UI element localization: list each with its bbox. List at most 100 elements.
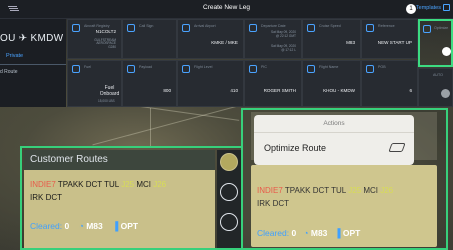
route-token: TUL bbox=[331, 186, 346, 195]
route-token: J25 bbox=[348, 186, 362, 195]
cell-label: Flight Level bbox=[194, 65, 213, 69]
pic-cell[interactable]: PIC ROGER SMITH bbox=[244, 60, 302, 107]
route-token: INDIE7 bbox=[30, 180, 56, 189]
route-token: DCT bbox=[272, 199, 290, 208]
cell-label: Fuel bbox=[84, 65, 91, 69]
route-panel: OU ✈ KMDW Private d Route bbox=[0, 19, 66, 107]
divider bbox=[0, 64, 66, 65]
auto-cell[interactable]: AUTO bbox=[418, 68, 453, 107]
signal-icon: ▐ bbox=[112, 221, 119, 231]
app-screen: { "topbar": {"title":"Create New Leg","t… bbox=[0, 0, 453, 250]
route-footer: Cleared: 0 ◔ M83 ▐ OPT bbox=[257, 228, 360, 238]
cell-value: 410 bbox=[230, 88, 238, 93]
flightname-icon bbox=[307, 65, 315, 73]
route-token: INDIE7 bbox=[257, 186, 283, 195]
optimize-cell[interactable]: Optimize bbox=[418, 19, 453, 67]
visibility-label[interactable]: Private bbox=[6, 53, 23, 59]
route-text[interactable]: INDIE7 TPAKK DCT TUL J25 MCI J26 IRK DCT bbox=[30, 178, 166, 204]
fuel-icon bbox=[72, 65, 80, 73]
map-road bbox=[150, 108, 151, 148]
fuel-cell[interactable]: Fuel Fuel Onboard 15,000 LBS bbox=[67, 60, 122, 107]
cell-label: Cruise Speed bbox=[319, 24, 341, 28]
aircraft-icon bbox=[72, 24, 80, 32]
route-token: TPAKK bbox=[57, 180, 84, 189]
cell-label: AUTO bbox=[433, 73, 443, 77]
destination-code: KMDW bbox=[30, 33, 64, 44]
route-text[interactable]: INDIE7 TPAKK DCT TUL J25 MCI J26 IRK DCT bbox=[257, 184, 393, 210]
calendar-icon bbox=[249, 24, 257, 32]
arrival-airport-cell[interactable]: Arrival Airport KMKE / MKE bbox=[177, 19, 244, 59]
payload-cell[interactable]: Payload 800 bbox=[122, 60, 177, 107]
auto-toggle[interactable] bbox=[441, 89, 450, 98]
route-footer: Cleared: 0 ◔ M83 ▐ OPT bbox=[30, 221, 138, 231]
cell-value: KHOU - KMDW bbox=[323, 88, 355, 93]
fuel-onboard-label: Fuel Onboard bbox=[99, 85, 120, 97]
speed-value: M83 bbox=[86, 221, 103, 231]
flight-level-cell[interactable]: Flight Level 410 bbox=[177, 60, 244, 107]
speed-value: M83 bbox=[310, 228, 328, 238]
optimize-icon[interactable] bbox=[388, 143, 406, 152]
signal-icon: ▐ bbox=[334, 228, 341, 238]
gauge-icon: ◔ bbox=[303, 228, 309, 238]
route-token: IRK bbox=[30, 193, 44, 202]
cell-value: KMKE / MKE bbox=[211, 40, 238, 45]
altitude-icon bbox=[182, 65, 190, 73]
people-icon bbox=[366, 65, 374, 73]
call-sign-cell[interactable]: Call Sign bbox=[122, 19, 177, 59]
cell-value: M83 bbox=[346, 40, 355, 45]
departure-date-cell[interactable]: Departure Date Sat May 09, 2020 @ 22:12 … bbox=[244, 19, 302, 59]
reference-icon bbox=[366, 24, 374, 32]
flight-name-cell[interactable]: Flight Name KHOU - KMDW bbox=[302, 60, 361, 107]
aircraft-model: G280 bbox=[108, 45, 116, 50]
cell-label: Call Sign bbox=[139, 24, 154, 28]
notification-badge[interactable]: 1 bbox=[406, 4, 416, 14]
add-route-button[interactable]: d Route bbox=[0, 69, 18, 75]
cell-label: Flight Name bbox=[319, 65, 339, 69]
cell-label: Payload bbox=[139, 65, 152, 69]
aircraft-registry-cell[interactable]: Aircraft Registry N1COLT2 GULFSTREAM AER… bbox=[67, 19, 122, 59]
opt-value: OPT bbox=[120, 221, 139, 231]
cell-label: Aircraft Registry bbox=[84, 24, 110, 28]
cleared-label: Cleared: bbox=[257, 228, 290, 238]
optimize-toggle[interactable] bbox=[442, 47, 451, 56]
airplane-icon: ✈ bbox=[18, 33, 28, 44]
select-circle[interactable] bbox=[220, 213, 238, 231]
payload-icon bbox=[127, 65, 135, 73]
page-title: Create New Leg bbox=[203, 4, 250, 11]
route-token: TPAKK bbox=[284, 186, 311, 195]
actions-header: Actions bbox=[254, 115, 414, 133]
reference-cell[interactable]: Reference NEW START UP bbox=[361, 19, 418, 59]
cell-label: Arrival Airport bbox=[194, 24, 216, 28]
select-circle[interactable] bbox=[220, 153, 238, 171]
pob-cell[interactable]: POB 6 bbox=[361, 60, 418, 107]
cleared-value: 0 bbox=[64, 221, 70, 231]
route-token: DCT bbox=[312, 186, 330, 195]
cruise-speed-cell[interactable]: Cruise Speed M83 bbox=[302, 19, 361, 59]
route-token: J26 bbox=[380, 186, 394, 195]
selection-column bbox=[217, 150, 241, 248]
gauge-icon bbox=[307, 24, 315, 32]
actions-popover: Actions Optimize Route bbox=[254, 115, 414, 165]
templates-link[interactable]: Templates bbox=[416, 5, 441, 11]
cell-value: N1COLT2 bbox=[95, 29, 116, 34]
route-token: J25 bbox=[121, 180, 135, 189]
origin-code: OU bbox=[0, 33, 16, 44]
cleared-label: Cleared: bbox=[30, 221, 63, 231]
route-token: TUL bbox=[104, 180, 119, 189]
cell-label: Optimize bbox=[434, 26, 449, 30]
cell-label: Reference bbox=[378, 24, 395, 28]
fuel-amount: 15,000 LBS bbox=[98, 99, 115, 103]
route-card-body[interactable]: INDIE7 TPAKK DCT TUL J25 MCI J26 IRK DCT… bbox=[24, 170, 215, 248]
route-token: DCT bbox=[45, 193, 63, 202]
cell-value: 800 bbox=[163, 88, 171, 93]
route-token: IRK bbox=[257, 199, 271, 208]
optimize-route-action[interactable]: Optimize Route bbox=[264, 143, 326, 153]
templates-icon[interactable] bbox=[443, 4, 450, 11]
arrival-icon bbox=[182, 24, 190, 32]
map-road bbox=[92, 105, 238, 146]
cleared-value: 0 bbox=[291, 228, 297, 238]
route-codes[interactable]: OU ✈ KMDW bbox=[0, 33, 63, 44]
select-circle[interactable] bbox=[220, 183, 238, 201]
optimize-icon bbox=[423, 25, 431, 33]
departure-time-gmt: @ 22:12 GMT bbox=[275, 34, 296, 39]
